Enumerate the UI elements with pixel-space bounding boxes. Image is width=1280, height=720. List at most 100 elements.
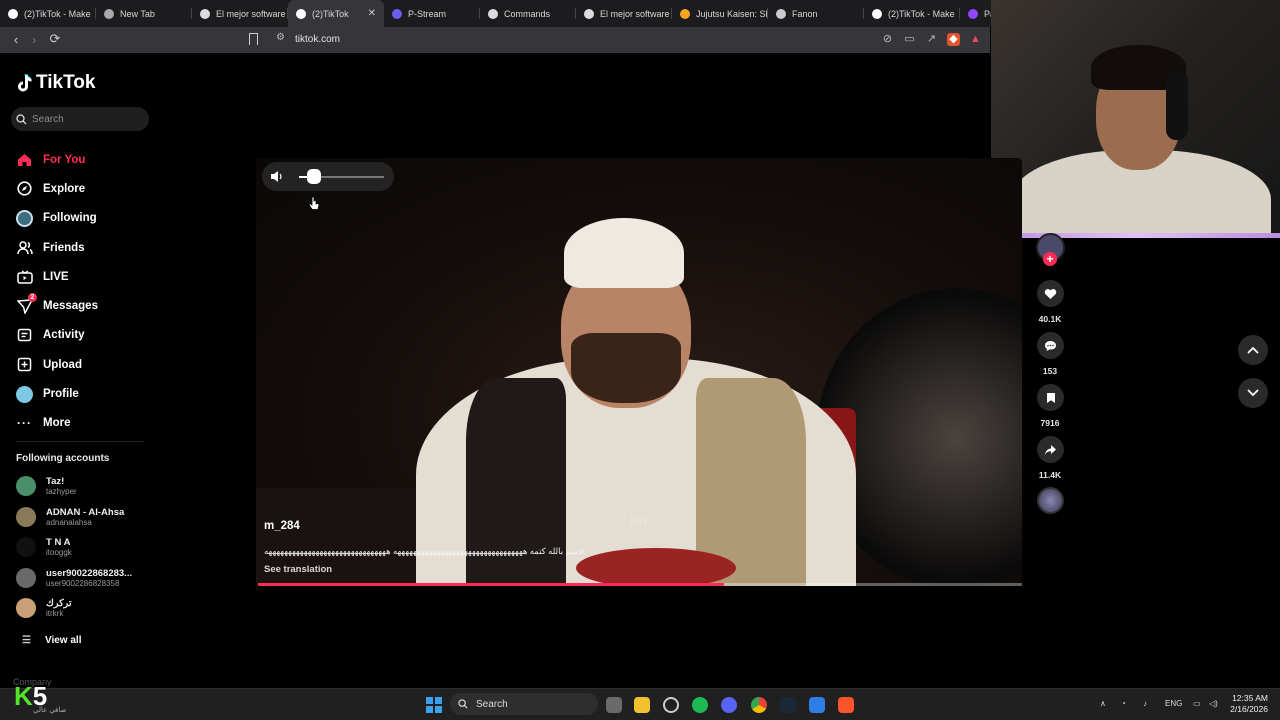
chevron-down-icon: [1247, 389, 1259, 397]
forward-icon[interactable]: ›: [24, 32, 44, 47]
share-icon[interactable]: ↗: [925, 33, 938, 46]
next-video-button[interactable]: [1238, 378, 1268, 408]
follow-plus-button[interactable]: +: [1043, 252, 1057, 266]
browser-tab[interactable]: El mejor software: [192, 0, 288, 27]
tray-display-icon[interactable]: ▭: [1193, 699, 1201, 708]
brave-taskbar-icon[interactable]: [838, 697, 854, 713]
following-accounts-title: Following accounts: [16, 453, 110, 464]
bookmark-icon[interactable]: [249, 33, 258, 45]
obs-icon[interactable]: [663, 697, 679, 713]
save-button[interactable]: [1037, 384, 1064, 411]
sidebar-item-label: Explore: [43, 182, 86, 195]
browser-tab[interactable]: (2)TikTok - Make: [0, 0, 96, 27]
windows-start-icon[interactable]: [426, 697, 442, 713]
address-bar: ‹ › ⟳ ⚙ tiktok.com ⊘ ▭ ↗ ◆ ▲: [0, 27, 990, 53]
clock-date: 2/16/2026: [1230, 704, 1268, 714]
account-username: user9002286828358: [46, 578, 120, 588]
taskbar-search[interactable]: Search: [450, 693, 598, 715]
browser-tab[interactable]: Commands: [480, 0, 576, 27]
address-actions: ⊘ ▭ ↗ ◆ ▲: [881, 33, 982, 46]
tiktok-icon: [8, 8, 18, 19]
following-account-item[interactable]: user90022868283... user9002286828358: [16, 567, 132, 588]
browser-tab[interactable]: Jujutsu Kaisen: Sh: [672, 0, 768, 27]
search-icon: [16, 113, 27, 124]
tray-network-icon[interactable]: ◔: [1121, 699, 1126, 708]
sidebar-item-upload[interactable]: Upload: [16, 350, 98, 379]
following-account-item[interactable]: T N Aitooggk: [16, 537, 72, 558]
app-icon[interactable]: [809, 697, 825, 713]
browser-tab[interactable]: P-Stream: [384, 0, 480, 27]
fandom-icon: [680, 8, 690, 19]
sidebar-item-following[interactable]: Following: [16, 204, 98, 233]
comment-icon: [1045, 340, 1056, 351]
cast-icon[interactable]: ▭: [903, 33, 916, 46]
steam-icon[interactable]: [780, 697, 796, 713]
browser-tab[interactable]: El mejor software: [576, 0, 672, 27]
clock[interactable]: 12:35 AM 2/16/2026: [1230, 693, 1268, 715]
file-explorer-icon[interactable]: [634, 697, 650, 713]
browser-tab[interactable]: (2)TikTok ✕: [288, 0, 384, 27]
media-off-icon[interactable]: ⊘: [881, 33, 894, 46]
view-all-button[interactable]: ☰ View all: [22, 635, 81, 646]
browser-tab[interactable]: New Tab: [96, 0, 192, 27]
sidebar-item-live[interactable]: LIVE: [16, 262, 98, 291]
discord-taskbar-icon[interactable]: [721, 697, 737, 713]
account-name: T N A: [46, 537, 71, 549]
speaker-icon[interactable]: [270, 170, 284, 183]
browser-tab-label: P-Stream: [408, 8, 447, 19]
sidebar-item-for-you[interactable]: For You: [16, 145, 98, 174]
video-progress-fill: [258, 583, 725, 586]
friends-icon: [16, 239, 33, 256]
globe-icon: [776, 8, 786, 19]
tray-mic-icon[interactable]: ♪: [1143, 699, 1147, 708]
like-button[interactable]: [1037, 280, 1064, 307]
browser-tab[interactable]: Fanon: [768, 0, 864, 27]
following-account-item[interactable]: ترکرك itrkrk: [16, 598, 71, 619]
following-account-item[interactable]: Taz! tazhyper: [16, 476, 77, 496]
close-tab-icon[interactable]: ✕: [368, 8, 376, 19]
tiktok-logo[interactable]: TikTok: [16, 72, 95, 94]
share-button[interactable]: [1037, 436, 1064, 463]
k-logo-icon: K: [14, 681, 33, 711]
volume-knob[interactable]: [307, 169, 321, 184]
chrome-icon[interactable]: [751, 697, 767, 713]
volume-control[interactable]: [262, 162, 394, 191]
sidebar-item-messages[interactable]: 2 Messages: [16, 291, 98, 320]
search-input[interactable]: Search: [11, 107, 149, 131]
video-username[interactable]: m_284: [264, 520, 300, 532]
site-settings-icon[interactable]: ⚙: [276, 32, 285, 43]
sidebar-item-label: For You: [43, 153, 86, 166]
url-field[interactable]: tiktok.com: [295, 34, 340, 45]
browser-tab-label: Fanon: [792, 8, 818, 19]
following-account-item[interactable]: ADNAN - Al-Ahsa adnanalahsa: [16, 506, 125, 527]
account-name: ADNAN - Al-Ahsa: [46, 506, 125, 518]
see-translation-link[interactable]: See translation: [264, 564, 332, 575]
sidebar-item-friends[interactable]: Friends: [16, 233, 98, 262]
account-text: ترکرك itrkrk: [46, 598, 71, 618]
browser-tab-label: New Tab: [120, 8, 155, 19]
sidebar-item-activity[interactable]: Activity: [16, 321, 98, 350]
comment-button[interactable]: [1037, 332, 1064, 359]
reload-icon[interactable]: ⟳: [45, 31, 65, 47]
video-progress-bar[interactable]: [258, 583, 1022, 586]
previous-video-button[interactable]: [1238, 335, 1268, 365]
brave-rewards-icon[interactable]: ▲: [969, 33, 982, 46]
browser-tab-label: El mejor software: [216, 8, 286, 19]
tray-volume-icon[interactable]: ◁): [1209, 699, 1218, 708]
upload-icon: [16, 356, 33, 373]
back-icon[interactable]: ‹: [6, 32, 26, 47]
sidebar-item-more[interactable]: ··· More: [16, 409, 98, 438]
webcam-headset: [1166, 70, 1188, 140]
browser-tab[interactable]: (2)TikTok - Make: [864, 0, 960, 27]
language-indicator[interactable]: ENG: [1165, 699, 1182, 708]
sidebar-item-explore[interactable]: Explore: [16, 174, 98, 203]
tray-chevron-icon[interactable]: ∧: [1100, 699, 1106, 708]
sidebar-item-profile[interactable]: Profile: [16, 379, 98, 408]
taskbar-search-label: Search: [476, 698, 508, 710]
webcam-border: [991, 233, 1280, 238]
task-view-icon[interactable]: [606, 697, 622, 713]
music-disc-icon[interactable]: [1037, 487, 1064, 514]
sidebar-item-label: Profile: [43, 388, 79, 401]
brave-shield-icon[interactable]: ◆: [947, 33, 960, 46]
spotify-icon[interactable]: [692, 697, 708, 713]
